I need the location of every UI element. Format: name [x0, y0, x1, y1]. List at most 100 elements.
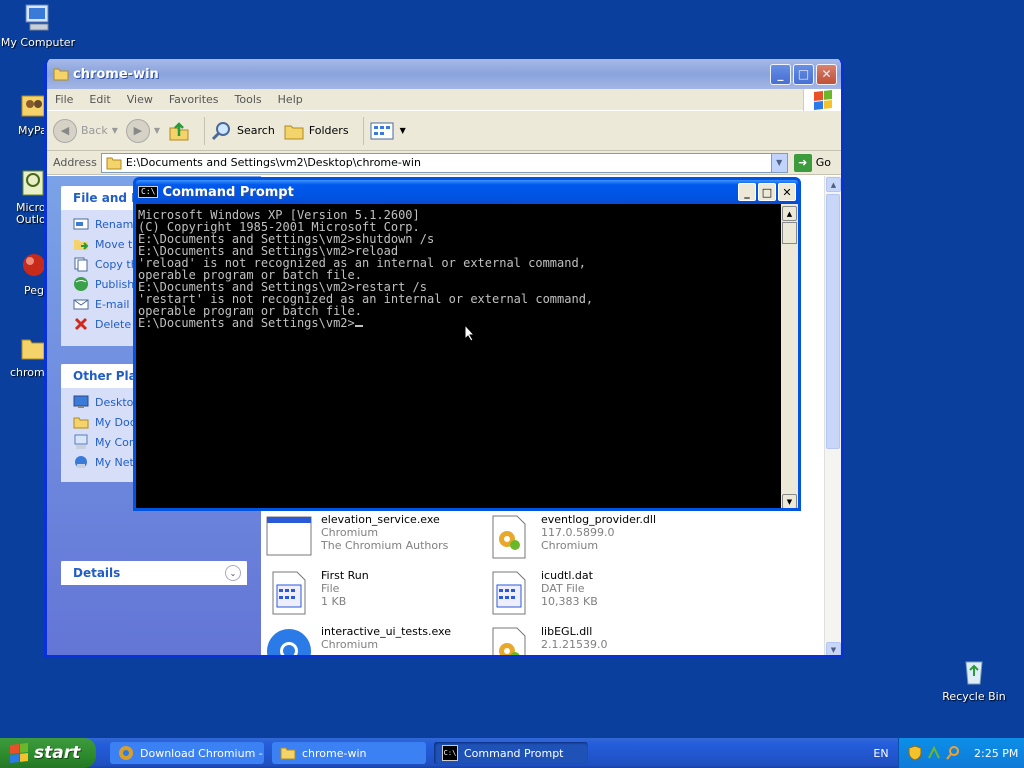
folder-icon: [106, 157, 122, 169]
forward-arrow-icon: ▶: [125, 118, 150, 143]
system-tray: 2:25 PM: [898, 738, 1024, 768]
desktop-icon-label: My Computer: [0, 36, 76, 49]
command-prompt-window: C:\ Command Prompt _ □ ✕ Microsoft Windo…: [133, 177, 801, 511]
start-button[interactable]: start: [0, 738, 96, 768]
security-shield-icon[interactable]: [907, 745, 923, 761]
file-item[interactable]: First Run File 1 KB: [265, 569, 369, 617]
chromium-icon: [267, 629, 311, 655]
taskbar-button-command-prompt[interactable]: C:\ Command Prompt: [434, 742, 588, 764]
file-item[interactable]: libEGL.dll 2.1.21539.0: [485, 625, 607, 655]
explorer-titlebar[interactable]: chrome-win _ □ ✕: [47, 59, 841, 89]
address-dropdown-icon[interactable]: ▼: [770, 153, 787, 172]
windows-flag-icon: [10, 743, 28, 763]
documents-folder-icon: [73, 417, 89, 429]
go-button[interactable]: ➜ Go: [788, 153, 841, 172]
taskbar-button-chromium-download[interactable]: Download Chromium -...: [110, 742, 264, 764]
file-item[interactable]: elevation_service.exe Chromium The Chromiu…: [265, 513, 448, 561]
copy-icon: [74, 257, 88, 272]
folder-icon: [280, 747, 296, 760]
windows-logo-icon: [803, 89, 841, 111]
browser-icon: [119, 746, 133, 760]
up-button[interactable]: [168, 120, 190, 142]
search-button[interactable]: Search: [211, 120, 275, 142]
back-button[interactable]: ◀ Back ▼: [53, 118, 118, 143]
start-label: start: [34, 743, 81, 763]
panel-title[interactable]: Details ⌄: [61, 561, 247, 585]
back-arrow-icon: ◀: [53, 118, 77, 143]
folders-label: Folders: [308, 124, 349, 137]
file-item[interactable]: eventlog_provider.dll 117.0.5899.0 Chromiu…: [485, 513, 656, 561]
menu-bar: File Edit View Favorites Tools Help: [47, 89, 841, 111]
cmd-titlebar[interactable]: C:\ Command Prompt _ □ ✕: [136, 180, 798, 204]
folder-up-icon: [169, 121, 189, 140]
dll-gear-icon: [492, 627, 526, 655]
menu-view[interactable]: View: [119, 93, 161, 106]
globe-icon: [74, 277, 88, 291]
recycle-bin-icon: [965, 661, 983, 685]
maximize-button[interactable]: □: [758, 183, 776, 201]
menu-file[interactable]: File: [47, 93, 81, 106]
desktop-icon-my-computer[interactable]: My Computer: [0, 2, 76, 49]
window-title: Command Prompt: [162, 184, 294, 200]
search-label: Search: [237, 124, 275, 137]
clock[interactable]: 2:25 PM: [974, 747, 1018, 760]
desktop-icon-label: Recycle Bin: [942, 690, 1006, 703]
explorer-vertical-scrollbar[interactable]: ▲ ▼: [824, 176, 841, 655]
text-cursor: [354, 325, 363, 327]
folders-button[interactable]: Folders: [283, 120, 349, 142]
desktop-icon-recycle-bin[interactable]: Recycle Bin: [936, 656, 1012, 703]
scroll-up-icon[interactable]: ▲: [826, 177, 841, 192]
computer-icon: [25, 4, 49, 31]
chevron-down-icon[interactable]: ⌄: [225, 565, 241, 581]
folder-icon: [53, 68, 69, 81]
details-panel: Details ⌄: [61, 561, 247, 585]
forward-button[interactable]: ▶ ▼: [125, 118, 160, 143]
console-prompt: E:\Documents and Settings\vm2>: [138, 316, 355, 330]
menu-favorites[interactable]: Favorites: [161, 93, 227, 106]
standard-toolbar: ◀ Back ▼ ▶ ▼ Search Folders ▼: [47, 111, 841, 151]
menu-tools[interactable]: Tools: [227, 93, 270, 106]
views-button[interactable]: ▼: [370, 121, 406, 141]
network-tray-icon[interactable]: [926, 745, 942, 761]
cmd-icon: C:\: [442, 745, 458, 761]
dll-gear-icon: [492, 515, 526, 559]
views-grid-icon: [370, 122, 394, 139]
search-tray-icon[interactable]: [945, 745, 961, 761]
menu-edit[interactable]: Edit: [81, 93, 118, 106]
email-icon: [73, 299, 89, 310]
maximize-button[interactable]: □: [793, 63, 814, 85]
cmd-vertical-scrollbar[interactable]: ▲ ▼: [781, 204, 798, 508]
search-icon: [211, 121, 231, 140]
console-output[interactable]: Microsoft Windows XP [Version 5.1.2600](…: [136, 204, 781, 508]
scroll-down-icon[interactable]: ▼: [826, 642, 841, 655]
exe-window-icon: [266, 516, 312, 556]
taskbar-button-chrome-win[interactable]: chrome-win: [272, 742, 426, 764]
taskbar: start Download Chromium -... chrome-win …: [0, 738, 1024, 768]
rename-icon: [73, 218, 89, 230]
cmd-window-icon: C:\: [138, 186, 159, 198]
window-title: chrome-win: [73, 66, 159, 82]
address-input[interactable]: E:\Documents and Settings\vm2\Desktop\ch…: [100, 152, 788, 173]
delete-x-icon: [74, 317, 88, 331]
scroll-thumb[interactable]: [826, 194, 840, 449]
back-label: Back: [81, 124, 108, 137]
address-label: Address: [53, 156, 97, 169]
scroll-thumb[interactable]: [782, 222, 797, 244]
scroll-down-icon[interactable]: ▼: [782, 494, 797, 508]
dat-file-icon: [492, 571, 526, 615]
desktop-icon: [73, 395, 89, 408]
generic-file-icon: [272, 571, 306, 615]
folders-icon: [284, 125, 304, 139]
menu-help[interactable]: Help: [270, 93, 311, 106]
minimize-button[interactable]: _: [770, 63, 791, 85]
language-indicator[interactable]: EN: [864, 747, 898, 760]
file-item[interactable]: icudtl.dat DAT File 10,383 KB: [485, 569, 598, 617]
file-item[interactable]: interactive_ui_tests.exe Chromium: [265, 625, 451, 655]
network-icon: [75, 456, 87, 468]
go-label: Go: [815, 156, 831, 169]
mouse-pointer-icon: [464, 324, 476, 342]
scroll-up-icon[interactable]: ▲: [782, 206, 797, 221]
close-button[interactable]: ✕: [816, 63, 837, 85]
close-button[interactable]: ✕: [778, 183, 796, 201]
minimize-button[interactable]: _: [738, 183, 756, 201]
